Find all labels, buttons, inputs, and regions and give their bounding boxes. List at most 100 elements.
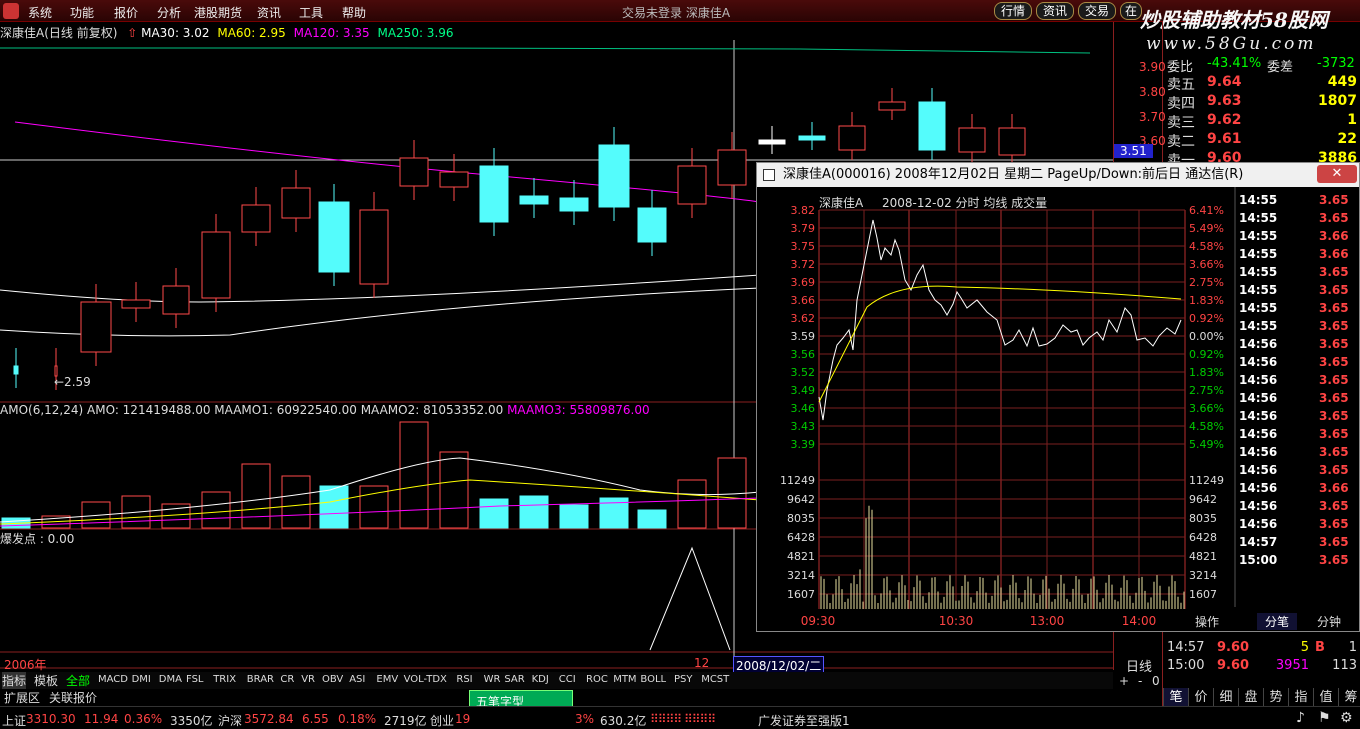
- price-label: 3.62: [791, 312, 816, 325]
- volume-axis-label: 3214: [1189, 569, 1217, 582]
- speaker-icon[interactable]: ♪: [1296, 710, 1305, 726]
- settings-icon[interactable]: ⚙: [1340, 710, 1353, 726]
- quote-mode-button[interactable]: 行情: [994, 2, 1032, 20]
- candle-body: [479, 165, 509, 223]
- candle-body: [878, 101, 906, 111]
- right-tab[interactable]: 势: [1263, 688, 1288, 707]
- indicator3-label: 爆发点 : 0.00: [0, 532, 75, 546]
- right-tab[interactable]: 价: [1188, 688, 1213, 707]
- period-zoom-in[interactable]: +: [1119, 674, 1129, 688]
- indicator-tab[interactable]: ROC: [586, 674, 608, 685]
- time-label: 13:00: [1030, 614, 1065, 628]
- trade-mode-button[interactable]: 交易: [1078, 2, 1116, 20]
- popup-titlebar[interactable]: 深康佳A(000016) 2008年12月02日 星期二 PageUp/Down…: [757, 163, 1359, 187]
- indicator-tab[interactable]: MTM: [613, 674, 636, 685]
- amo-bar: [399, 421, 429, 529]
- indicator-tab[interactable]: EMV: [376, 674, 398, 685]
- indicator-tab[interactable]: RSI: [456, 674, 472, 685]
- ma250-line: [0, 47, 1091, 54]
- candle-body: [359, 209, 389, 285]
- price-label: 3.75: [791, 240, 816, 253]
- price-axis-label: 3.70: [1139, 110, 1166, 124]
- popup-close-button[interactable]: ✕: [1317, 165, 1357, 183]
- menu-hk-futures[interactable]: 港股期货: [194, 4, 242, 21]
- right-tab[interactable]: 盘: [1238, 688, 1263, 707]
- indicator-tab[interactable]: DMA: [159, 674, 182, 685]
- trade-time: 14:57: [1167, 640, 1205, 655]
- intraday-avg-line: [818, 285, 1182, 403]
- amo-bar: [677, 479, 707, 529]
- right-tab[interactable]: 值: [1313, 688, 1338, 707]
- indicator-tab[interactable]: TRIX: [213, 674, 236, 685]
- indicator-tab[interactable]: VR: [301, 674, 315, 685]
- candle-body: [80, 301, 112, 353]
- candle-body: [439, 171, 469, 188]
- menu-analysis[interactable]: 分析: [157, 4, 181, 21]
- right-tab[interactable]: 指: [1288, 688, 1313, 707]
- sh-index-label: 上证: [2, 714, 27, 728]
- candle-body: [677, 165, 707, 205]
- menu-quote[interactable]: 报价: [114, 4, 138, 21]
- indicator-tab[interactable]: 指标: [2, 672, 27, 689]
- tick-price: 3.65: [1319, 283, 1349, 297]
- period-zoom-out[interactable]: -: [1138, 674, 1142, 688]
- tick-price: 3.65: [1319, 427, 1349, 441]
- indicator-tab[interactable]: DMI: [132, 674, 151, 685]
- extend-area-button[interactable]: 扩展区: [4, 689, 40, 706]
- menu-help[interactable]: 帮助: [342, 4, 366, 21]
- indicator-tab[interactable]: WR: [484, 674, 501, 685]
- indicator-tab[interactable]: BOLL: [640, 674, 666, 685]
- hs-index-change: 6.55: [302, 712, 329, 726]
- broker-name: 广发证券至强版1: [758, 714, 850, 728]
- intraday-popup[interactable]: 深康佳A(000016) 2008年12月02日 星期二 PageUp/Down…: [756, 162, 1360, 632]
- pct-label: 5.49%: [1189, 222, 1224, 235]
- tick-price: 3.65: [1319, 301, 1349, 315]
- amo-bar: [319, 485, 349, 529]
- candle-body: [717, 149, 747, 186]
- right-tab[interactable]: 笔: [1163, 688, 1188, 707]
- indicator-tab[interactable]: BRAR: [247, 674, 274, 685]
- tick-row: 14:55 3.65: [1239, 211, 1349, 225]
- indicator-tab[interactable]: 模板: [34, 672, 58, 689]
- pct-label: 3.66%: [1189, 258, 1224, 271]
- menu-tools[interactable]: 工具: [299, 4, 323, 21]
- indicator-tab[interactable]: SAR: [504, 674, 524, 685]
- indicator-tab[interactable]: MCST: [701, 674, 729, 685]
- volume-axis-label: 11249: [1189, 474, 1224, 487]
- indicator-tab[interactable]: FSL: [186, 674, 204, 685]
- ask-label: 卖三: [1167, 115, 1195, 131]
- indicator-tab[interactable]: CCI: [559, 674, 576, 685]
- volume-axis-label: 4821: [1189, 550, 1217, 563]
- menu-system[interactable]: 系统: [28, 4, 52, 21]
- indicator-tab[interactable]: PSY: [674, 674, 693, 685]
- related-quote-button[interactable]: 关联报价: [49, 689, 97, 706]
- period-reset[interactable]: 0: [1152, 674, 1160, 688]
- right-tab[interactable]: 筹: [1338, 688, 1360, 707]
- indicator-tab[interactable]: VOL-TDX: [404, 674, 447, 685]
- more-mode-button[interactable]: 在: [1120, 2, 1142, 20]
- volume-axis-label: 8035: [1189, 512, 1217, 525]
- popup-tab-operate[interactable]: 操作: [1195, 613, 1219, 630]
- candle-body: [958, 127, 986, 153]
- indicator-tab[interactable]: CR: [280, 674, 294, 685]
- ma60-line: [0, 287, 761, 337]
- price-label: 3.43: [791, 420, 816, 433]
- indicator-tab[interactable]: 全部: [66, 672, 90, 689]
- cy-index-value: 19: [455, 712, 471, 726]
- tick-time: 14:56: [1239, 517, 1278, 531]
- indicator-tab[interactable]: MACD: [98, 674, 128, 685]
- volume-axis-label: 3214: [787, 569, 815, 582]
- pct-label: 3.66%: [1189, 402, 1224, 415]
- menu-function[interactable]: 功能: [70, 4, 94, 21]
- indicator-tab[interactable]: KDJ: [532, 674, 549, 685]
- right-tab[interactable]: 细: [1213, 688, 1238, 707]
- menu-news[interactable]: 资讯: [257, 4, 281, 21]
- popup-tab-minute[interactable]: 分钟: [1317, 613, 1341, 630]
- indicator-tab[interactable]: ASI: [349, 674, 365, 685]
- tick-time: 14:56: [1239, 337, 1278, 351]
- tick-time: 14:56: [1239, 373, 1278, 387]
- indicator-tab[interactable]: OBV: [322, 674, 343, 685]
- news-mode-button[interactable]: 资讯: [1036, 2, 1074, 20]
- tick-time: 14:55: [1239, 265, 1278, 279]
- popup-tab-ticks[interactable]: 分笔: [1257, 613, 1298, 630]
